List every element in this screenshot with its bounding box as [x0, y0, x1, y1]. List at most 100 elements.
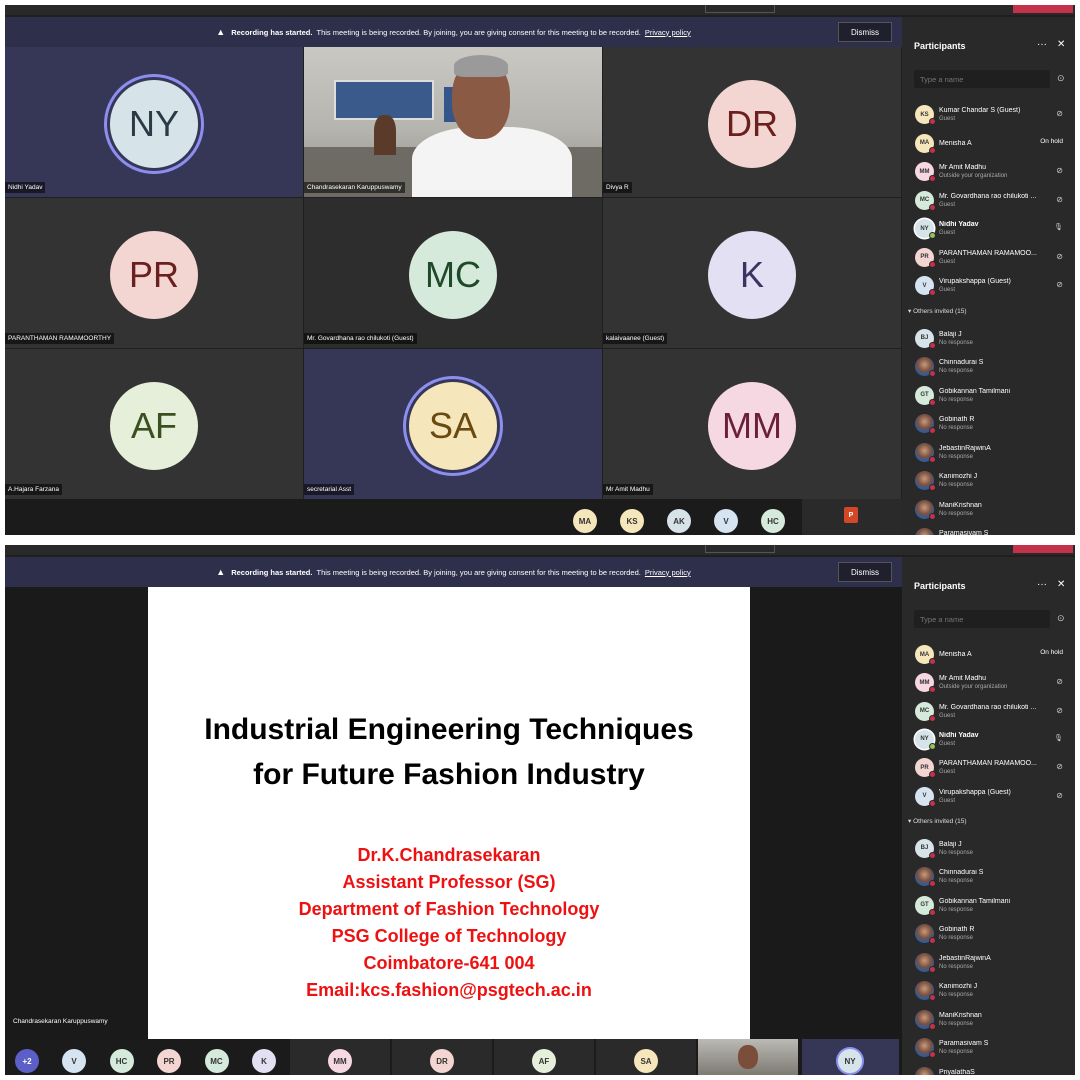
video-shape — [374, 115, 396, 155]
strip-tile[interactable]: AF — [494, 1039, 594, 1075]
close-icon[interactable]: ✕ — [1057, 39, 1065, 50]
search-participants-input[interactable] — [914, 70, 1050, 88]
leave-button[interactable] — [1013, 5, 1073, 13]
mic-off-icon[interactable]: ⊘ — [1056, 706, 1063, 715]
mic-off-icon[interactable]: ⊘ — [1056, 762, 1063, 771]
strip-avatar[interactable]: MC — [204, 1049, 229, 1073]
overflow-avatar[interactable]: KS — [620, 509, 644, 533]
strip-avatar[interactable]: V — [62, 1049, 86, 1073]
participant-subtitle: No response — [939, 963, 974, 970]
leave-button[interactable] — [1013, 545, 1073, 553]
invited-item[interactable]: Paramasivam SNo response — [902, 1034, 1075, 1062]
share-invite-icon[interactable]: ⊙ — [1057, 73, 1065, 84]
invited-item[interactable]: JebastinRajwinA No response — [902, 439, 1075, 467]
overflow-avatar[interactable]: MA — [573, 509, 597, 533]
participant-name: Chinnadurai S — [939, 359, 984, 366]
microphone-icon[interactable]: 🎙 — [1054, 734, 1063, 742]
more-options-icon[interactable]: ··· — [1037, 39, 1047, 50]
share-invite-icon[interactable]: ⊙ — [1057, 613, 1065, 624]
participant-name: JebastinRajwinA — [939, 444, 991, 452]
overflow-avatar[interactable]: V — [714, 509, 738, 533]
invited-item[interactable]: BJ Balaji J No response — [902, 325, 1075, 353]
invited-item[interactable]: GT Gobikannan Tamilmani No response — [902, 382, 1075, 410]
mic-off-icon[interactable]: ⊘ — [1056, 677, 1063, 686]
participant-name: Gobinath R — [939, 926, 975, 934]
invited-item[interactable]: Gobinath R No response — [902, 920, 1075, 948]
participant-item[interactable]: PR PARANTHAMAN RAMAMOO... Guest ⊘ — [902, 754, 1075, 782]
privacy-policy-link[interactable]: Privacy policy — [645, 568, 691, 577]
mic-off-icon[interactable]: ⊘ — [1056, 280, 1063, 289]
invited-item[interactable]: GT Gobikannan Tamilmani No response — [902, 892, 1075, 920]
strip-tile[interactable]: SA — [596, 1039, 696, 1075]
participant-item[interactable]: MA Menisha A On hold — [902, 130, 1075, 158]
participant-item[interactable]: V Virupakshappa (Guest) Guest ⊘ — [902, 272, 1075, 300]
participant-item[interactable]: PR PARANTHAMAN RAMAMOO... Guest ⊘ — [902, 244, 1075, 272]
participant-item[interactable]: V Virupakshappa (Guest) Guest ⊘ — [902, 783, 1075, 811]
mic-off-icon[interactable]: ⊘ — [1056, 791, 1063, 800]
participant-item[interactable]: NY Nidhi Yadav Guest 🎙 — [902, 215, 1075, 243]
invited-item[interactable]: BJ Balaji J No response — [902, 835, 1075, 863]
close-icon[interactable]: ✕ — [1057, 579, 1065, 590]
others-invited-section-header[interactable]: ▾ Others invited (15) — [908, 307, 967, 315]
participant-item[interactable]: MC Mr. Govardhana rao chilukoti ... Guest ⊘ — [902, 698, 1075, 726]
presence-status-icon — [929, 937, 936, 945]
strip-avatar[interactable]: PR — [157, 1049, 181, 1073]
invited-item[interactable]: PriyalathaSNo response — [902, 1063, 1075, 1075]
participant-item[interactable]: MA Menisha A On hold — [902, 641, 1075, 669]
participant-item[interactable]: KS Kumar Chandar S (Guest) Guest ⊘ — [902, 101, 1075, 129]
dismiss-button[interactable]: Dismiss — [838, 562, 892, 582]
participant-tile[interactable]: MC Mr. Govardhana rao chilukoti (Guest) — [304, 198, 602, 348]
strip-tile[interactable]: DR — [392, 1039, 492, 1075]
invited-item[interactable]: JebastinRajwinA No response — [902, 949, 1075, 977]
presence-status-icon — [929, 370, 936, 377]
more-participants-button[interactable]: +2 — [15, 1049, 39, 1073]
presence-status-icon — [929, 965, 936, 973]
overflow-avatar[interactable]: AK — [667, 509, 691, 533]
participant-tile[interactable]: Kkalaivaanee (Guest) — [603, 198, 901, 348]
presence-status-icon — [929, 1022, 936, 1030]
invited-item[interactable]: ManiKrishnan No response — [902, 1006, 1075, 1034]
strip-tile[interactable]: NY — [802, 1039, 899, 1075]
privacy-policy-link[interactable]: Privacy policy — [645, 28, 691, 37]
take-control-button[interactable] — [705, 5, 775, 13]
participant-item[interactable]: MM Mr Amit Madhu Outside your organization… — [902, 669, 1075, 697]
mic-off-icon[interactable]: ⊘ — [1056, 109, 1063, 118]
participant-tile[interactable]: Chandrasekaran Karuppuswamy — [304, 47, 602, 197]
invited-item[interactable]: Chinnadurai S No response — [902, 863, 1075, 891]
mic-off-icon[interactable]: ⊘ — [1056, 195, 1063, 204]
more-options-icon[interactable]: ··· — [1037, 579, 1047, 590]
participant-tile[interactable]: DR Divya R — [603, 47, 901, 197]
participant-name: Mr Amit Madhu — [603, 484, 653, 495]
strip-video-tile[interactable] — [698, 1039, 798, 1075]
strip-avatar[interactable]: HC — [109, 1049, 134, 1073]
invited-item[interactable]: Chinnadurai S No response — [902, 353, 1075, 381]
participant-item[interactable]: NY Nidhi Yadav Guest 🎙 — [902, 726, 1075, 754]
presence-status-icon — [929, 341, 936, 349]
mic-off-icon[interactable]: ⊘ — [1056, 166, 1063, 175]
participant-name: Gobikannan Tamilmani — [939, 387, 1011, 395]
invited-item[interactable]: Paramasivam SNo response — [902, 524, 1075, 535]
participant-tile[interactable]: NY Nidhi Yadav — [5, 47, 303, 197]
others-invited-label: Others invited (15) — [913, 307, 967, 315]
participant-tile[interactable]: MM Mr Amit Madhu — [603, 349, 901, 499]
participant-item[interactable]: MC Mr. Govardhana rao chilukoti ... Guest ⊘ — [902, 187, 1075, 215]
strip-avatar[interactable]: K — [252, 1049, 276, 1073]
participant-tile[interactable]: PR PARANTHAMAN RAMAMOORTHY — [5, 198, 303, 348]
take-control-button[interactable] — [705, 545, 775, 553]
others-invited-section-header[interactable]: ▾ Others invited (15) — [908, 817, 967, 825]
participant-tile[interactable]: SA secretarial Asst — [304, 349, 602, 499]
dismiss-button[interactable]: Dismiss — [838, 22, 892, 42]
search-participants-input[interactable] — [914, 610, 1050, 628]
participant-item[interactable]: MM Mr Amit Madhu Outside your organization… — [902, 158, 1075, 186]
invited-item[interactable]: Gobinath R No response — [902, 410, 1075, 438]
mic-off-icon[interactable]: ⊘ — [1056, 252, 1063, 261]
participant-name: Menisha A — [939, 139, 972, 147]
microphone-icon[interactable]: 🎙 — [1054, 223, 1063, 231]
invited-item[interactable]: Kanimozhi J No response — [902, 467, 1075, 495]
strip-tile[interactable]: MM — [290, 1039, 390, 1075]
invited-item[interactable]: ManiKrishnan No response — [902, 496, 1075, 524]
shared-content-thumbnail[interactable]: P — [802, 499, 902, 535]
invited-item[interactable]: Kanimozhi J No response — [902, 977, 1075, 1005]
participant-tile[interactable]: AF A.Hajara Farzana — [5, 349, 303, 499]
overflow-avatar[interactable]: HC — [761, 509, 785, 533]
